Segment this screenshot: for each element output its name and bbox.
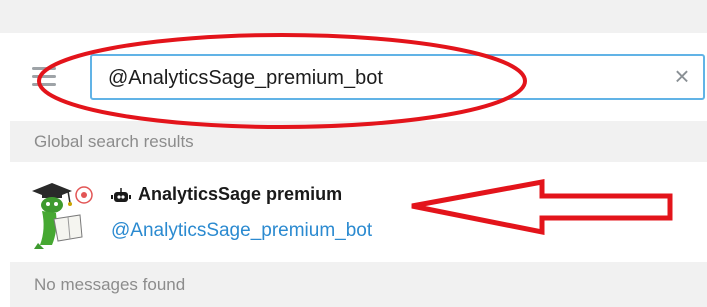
result-username[interactable]: @AnalyticsSage_premium_bot bbox=[111, 220, 372, 242]
hamburger-menu-icon[interactable] bbox=[32, 67, 56, 87]
global-search-results-header: Global search results bbox=[10, 121, 707, 162]
search-input[interactable] bbox=[108, 64, 648, 92]
close-icon[interactable]: × bbox=[671, 63, 693, 89]
search-result-item[interactable]: AnalyticsSage premium @AnalyticsSage_pre… bbox=[10, 162, 707, 262]
no-messages-section: No messages found bbox=[10, 262, 707, 307]
no-messages-label: No messages found bbox=[34, 275, 186, 294]
bot-icon bbox=[111, 188, 131, 202]
bot-avatar bbox=[32, 183, 93, 249]
search-row: × bbox=[10, 50, 707, 106]
top-bar bbox=[0, 0, 707, 33]
result-name: AnalyticsSage premium bbox=[138, 184, 343, 204]
search-box[interactable]: × bbox=[90, 54, 705, 100]
section-header-label: Global search results bbox=[34, 132, 194, 151]
